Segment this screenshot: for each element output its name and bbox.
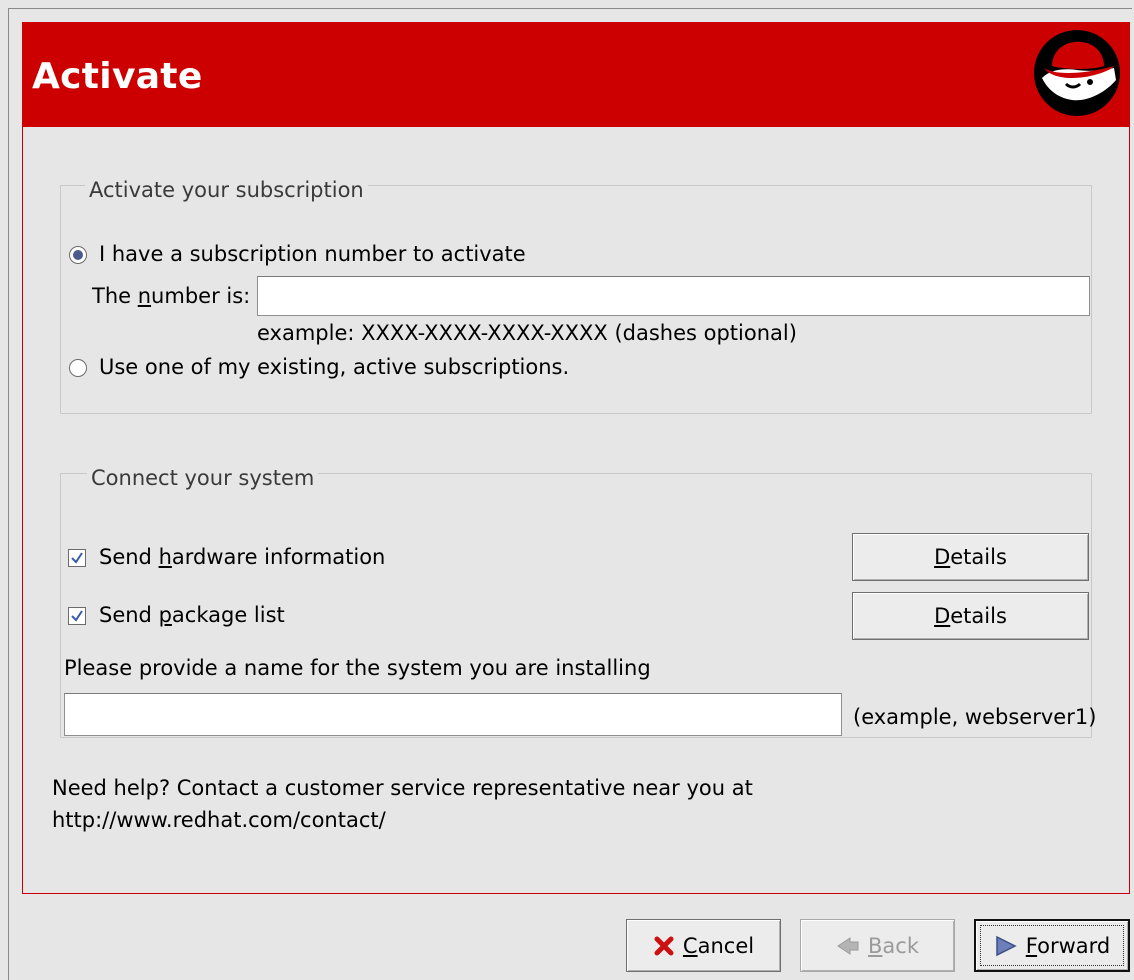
focus-ring (980, 925, 1124, 966)
connect-group-legend: Connect your system (87, 466, 319, 490)
arrow-left-icon (837, 936, 859, 955)
system-name-input[interactable] (64, 693, 842, 736)
system-name-prompt: Please provide a name for the system you… (64, 656, 651, 680)
radio-have-number[interactable] (69, 246, 87, 264)
x-icon (654, 936, 674, 955)
back-button[interactable]: Back (800, 919, 955, 972)
header-banner: Activate (22, 22, 1130, 127)
subscription-number-input[interactable] (257, 276, 1090, 316)
radio-existing-subscription-label: Use one of my existing, active subscript… (99, 355, 570, 379)
back-button-label: Back (868, 933, 919, 958)
help-link[interactable]: http://www.redhat.com/contact/ (52, 808, 386, 832)
page-title: Activate (32, 56, 203, 97)
radio-have-number-label: I have a subscription number to activate (99, 242, 526, 266)
hardware-checkbox[interactable] (68, 549, 86, 567)
package-details-button[interactable]: Details (852, 592, 1089, 640)
forward-button[interactable]: Forward (974, 919, 1130, 972)
cancel-button-label: Cancel (682, 933, 755, 958)
checkmark-icon (71, 552, 83, 564)
redhat-shadowman-logo (1034, 30, 1120, 116)
subscription-group-legend: Activate your subscription (85, 178, 368, 202)
help-text: Need help? Contact a customer service re… (52, 776, 753, 800)
cancel-button[interactable]: Cancel (626, 919, 781, 972)
number-label: The number is: (92, 284, 251, 308)
system-name-example: (example, webserver1) (853, 705, 1097, 729)
hardware-checkbox-label: Send hardware information (99, 545, 386, 569)
package-list-checkbox[interactable] (68, 607, 86, 625)
hardware-details-button[interactable]: Details (852, 533, 1089, 581)
package-list-checkbox-label: Send package list (99, 603, 285, 627)
content-panel: Activate your subscription I have a subs… (22, 127, 1130, 894)
checkmark-icon (71, 610, 83, 622)
subscription-number-example: example: XXXX-XXXX-XXXX-XXXX (dashes opt… (257, 321, 797, 345)
radio-existing-subscription[interactable] (69, 359, 87, 377)
